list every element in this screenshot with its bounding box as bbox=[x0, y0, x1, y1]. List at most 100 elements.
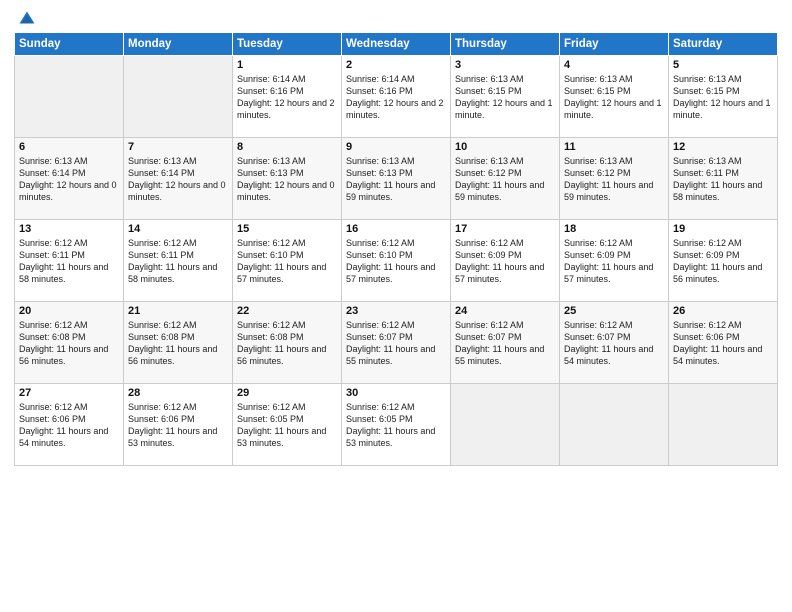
day-detail: Sunrise: 6:12 AMSunset: 6:10 PMDaylight:… bbox=[237, 237, 337, 286]
day-detail: Sunrise: 6:12 AMSunset: 6:08 PMDaylight:… bbox=[128, 319, 228, 368]
day-number: 29 bbox=[237, 387, 337, 399]
column-header-friday: Friday bbox=[560, 33, 669, 56]
calendar-cell bbox=[669, 384, 778, 466]
day-detail: Sunrise: 6:13 AMSunset: 6:15 PMDaylight:… bbox=[564, 73, 664, 122]
day-detail: Sunrise: 6:13 AMSunset: 6:13 PMDaylight:… bbox=[237, 155, 337, 204]
day-detail: Sunrise: 6:13 AMSunset: 6:15 PMDaylight:… bbox=[455, 73, 555, 122]
day-number: 20 bbox=[19, 305, 119, 317]
calendar-cell: 1 Sunrise: 6:14 AMSunset: 6:16 PMDaylight… bbox=[233, 56, 342, 138]
day-detail: Sunrise: 6:12 AMSunset: 6:10 PMDaylight:… bbox=[346, 237, 446, 286]
calendar-cell: 22 Sunrise: 6:12 AMSunset: 6:08 PMDayligh… bbox=[233, 302, 342, 384]
column-header-thursday: Thursday bbox=[451, 33, 560, 56]
column-header-saturday: Saturday bbox=[669, 33, 778, 56]
calendar-cell: 15Sunrise: 6:12 AMSunset: 6:10 PMDayligh… bbox=[233, 220, 342, 302]
calendar-cell: 24Sunrise: 6:12 AMSunset: 6:07 PMDayligh… bbox=[451, 302, 560, 384]
calendar-cell: 5 Sunrise: 6:13 AMSunset: 6:15 PMDaylight… bbox=[669, 56, 778, 138]
day-number: 9 bbox=[346, 141, 446, 153]
day-number: 11 bbox=[564, 141, 664, 153]
day-number: 30 bbox=[346, 387, 446, 399]
day-detail: Sunrise: 6:12 AMSunset: 6:09 PMDaylight:… bbox=[564, 237, 664, 286]
calendar-cell: 29 Sunrise: 6:12 AMSunset: 6:05 PMDayligh… bbox=[233, 384, 342, 466]
day-detail: Sunrise: 6:12 AMSunset: 6:05 PMDaylight:… bbox=[237, 401, 337, 450]
day-number: 2 bbox=[346, 59, 446, 71]
calendar-cell: 6 Sunrise: 6:13 AMSunset: 6:14 PMDaylight… bbox=[15, 138, 124, 220]
calendar-cell bbox=[124, 56, 233, 138]
day-detail: Sunrise: 6:13 AMSunset: 6:13 PMDaylight:… bbox=[346, 155, 446, 204]
calendar-cell: 16 Sunrise: 6:12 AMSunset: 6:10 PMDayligh… bbox=[342, 220, 451, 302]
logo bbox=[14, 10, 36, 24]
day-detail: Sunrise: 6:13 AMSunset: 6:14 PMDaylight:… bbox=[128, 155, 228, 204]
day-detail: Sunrise: 6:12 AMSunset: 6:11 PMDaylight:… bbox=[128, 237, 228, 286]
calendar-cell: 14 Sunrise: 6:12 AMSunset: 6:11 PMDayligh… bbox=[124, 220, 233, 302]
day-number: 6 bbox=[19, 141, 119, 153]
day-detail: Sunrise: 6:12 AMSunset: 6:05 PMDaylight:… bbox=[346, 401, 446, 450]
day-detail: Sunrise: 6:13 AMSunset: 6:12 PMDaylight:… bbox=[564, 155, 664, 204]
column-header-sunday: Sunday bbox=[15, 33, 124, 56]
day-detail: Sunrise: 6:12 AMSunset: 6:09 PMDaylight:… bbox=[673, 237, 773, 286]
day-detail: Sunrise: 6:12 AMSunset: 6:06 PMDaylight:… bbox=[673, 319, 773, 368]
day-number: 5 bbox=[673, 59, 773, 71]
day-number: 4 bbox=[564, 59, 664, 71]
day-detail: Sunrise: 6:12 AMSunset: 6:07 PMDaylight:… bbox=[455, 319, 555, 368]
calendar-cell: 4 Sunrise: 6:13 AMSunset: 6:15 PMDaylight… bbox=[560, 56, 669, 138]
day-detail: Sunrise: 6:12 AMSunset: 6:07 PMDaylight:… bbox=[346, 319, 446, 368]
calendar-cell: 26 Sunrise: 6:12 AMSunset: 6:06 PMDayligh… bbox=[669, 302, 778, 384]
column-header-monday: Monday bbox=[124, 33, 233, 56]
calendar-cell: 20 Sunrise: 6:12 AMSunset: 6:08 PMDayligh… bbox=[15, 302, 124, 384]
day-detail: Sunrise: 6:13 AMSunset: 6:15 PMDaylight:… bbox=[673, 73, 773, 122]
day-detail: Sunrise: 6:12 AMSunset: 6:06 PMDaylight:… bbox=[19, 401, 119, 450]
calendar-cell: 21 Sunrise: 6:12 AMSunset: 6:08 PMDayligh… bbox=[124, 302, 233, 384]
calendar-table: SundayMondayTuesdayWednesdayThursdayFrid… bbox=[14, 32, 778, 466]
calendar-cell: 27 Sunrise: 6:12 AMSunset: 6:06 PMDayligh… bbox=[15, 384, 124, 466]
page: SundayMondayTuesdayWednesdayThursdayFrid… bbox=[0, 0, 792, 612]
day-number: 25 bbox=[564, 305, 664, 317]
day-number: 27 bbox=[19, 387, 119, 399]
day-number: 10 bbox=[455, 141, 555, 153]
calendar-cell: 2 Sunrise: 6:14 AMSunset: 6:16 PMDaylight… bbox=[342, 56, 451, 138]
day-detail: Sunrise: 6:13 AMSunset: 6:14 PMDaylight:… bbox=[19, 155, 119, 204]
calendar-cell: 28 Sunrise: 6:12 AMSunset: 6:06 PMDayligh… bbox=[124, 384, 233, 466]
calendar-cell: 3 Sunrise: 6:13 AMSunset: 6:15 PMDaylight… bbox=[451, 56, 560, 138]
day-detail: Sunrise: 6:13 AMSunset: 6:11 PMDaylight:… bbox=[673, 155, 773, 204]
day-number: 13 bbox=[19, 223, 119, 235]
day-number: 18 bbox=[564, 223, 664, 235]
day-number: 23 bbox=[346, 305, 446, 317]
calendar-cell: 8 Sunrise: 6:13 AMSunset: 6:13 PMDaylight… bbox=[233, 138, 342, 220]
day-detail: Sunrise: 6:12 AMSunset: 6:07 PMDaylight:… bbox=[564, 319, 664, 368]
day-detail: Sunrise: 6:14 AMSunset: 6:16 PMDaylight:… bbox=[237, 73, 337, 122]
day-detail: Sunrise: 6:14 AMSunset: 6:16 PMDaylight:… bbox=[346, 73, 446, 122]
day-number: 26 bbox=[673, 305, 773, 317]
calendar-cell: 25 Sunrise: 6:12 AMSunset: 6:07 PMDayligh… bbox=[560, 302, 669, 384]
column-header-tuesday: Tuesday bbox=[233, 33, 342, 56]
day-number: 14 bbox=[128, 223, 228, 235]
calendar-cell: 10Sunrise: 6:13 AMSunset: 6:12 PMDayligh… bbox=[451, 138, 560, 220]
calendar-cell bbox=[15, 56, 124, 138]
day-number: 17 bbox=[455, 223, 555, 235]
day-number: 21 bbox=[128, 305, 228, 317]
day-number: 22 bbox=[237, 305, 337, 317]
day-number: 28 bbox=[128, 387, 228, 399]
calendar-cell bbox=[560, 384, 669, 466]
column-header-wednesday: Wednesday bbox=[342, 33, 451, 56]
calendar-cell bbox=[451, 384, 560, 466]
calendar-cell: 7 Sunrise: 6:13 AMSunset: 6:14 PMDaylight… bbox=[124, 138, 233, 220]
calendar-cell: 30 Sunrise: 6:12 AMSunset: 6:05 PMDayligh… bbox=[342, 384, 451, 466]
day-number: 3 bbox=[455, 59, 555, 71]
calendar-cell: 13Sunrise: 6:12 AMSunset: 6:11 PMDayligh… bbox=[15, 220, 124, 302]
day-detail: Sunrise: 6:12 AMSunset: 6:08 PMDaylight:… bbox=[237, 319, 337, 368]
calendar-cell: 9 Sunrise: 6:13 AMSunset: 6:13 PMDaylight… bbox=[342, 138, 451, 220]
header bbox=[14, 10, 778, 24]
day-detail: Sunrise: 6:12 AMSunset: 6:08 PMDaylight:… bbox=[19, 319, 119, 368]
day-number: 19 bbox=[673, 223, 773, 235]
logo-icon bbox=[18, 10, 36, 28]
day-detail: Sunrise: 6:12 AMSunset: 6:06 PMDaylight:… bbox=[128, 401, 228, 450]
calendar-cell: 23 Sunrise: 6:12 AMSunset: 6:07 PMDayligh… bbox=[342, 302, 451, 384]
day-detail: Sunrise: 6:12 AMSunset: 6:09 PMDaylight:… bbox=[455, 237, 555, 286]
day-number: 16 bbox=[346, 223, 446, 235]
day-number: 7 bbox=[128, 141, 228, 153]
day-number: 12 bbox=[673, 141, 773, 153]
day-number: 1 bbox=[237, 59, 337, 71]
calendar-cell: 12 Sunrise: 6:13 AMSunset: 6:11 PMDayligh… bbox=[669, 138, 778, 220]
calendar-cell: 18 Sunrise: 6:12 AMSunset: 6:09 PMDayligh… bbox=[560, 220, 669, 302]
day-number: 8 bbox=[237, 141, 337, 153]
